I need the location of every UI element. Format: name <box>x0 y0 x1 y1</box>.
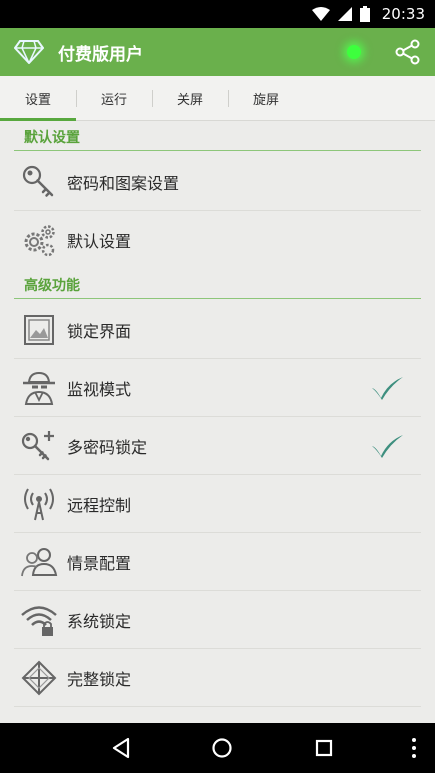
checkmark-icon[interactable] <box>369 373 405 403</box>
key-plus-icon <box>19 426 59 466</box>
share-button[interactable] <box>393 37 423 67</box>
list-item-label: 系统锁定 <box>67 612 132 631</box>
tab-run[interactable]: 运行 <box>76 76 152 121</box>
status-bar: 20:33 <box>0 0 435 28</box>
list-item-label: 默认设置 <box>67 232 132 251</box>
navigation-bar <box>0 723 435 773</box>
cross-diamond-icon <box>19 658 59 698</box>
list-item-label: 多密码锁定 <box>67 438 148 457</box>
back-button[interactable] <box>101 728 141 768</box>
section-header-default: 默认设置 <box>0 121 435 153</box>
diamond-logo-icon <box>12 35 46 69</box>
checkmark-icon[interactable] <box>369 431 405 461</box>
wifi-icon <box>311 7 330 21</box>
list-item-remote-control[interactable]: 远程控制 <box>0 475 435 533</box>
list-item-label: 远程控制 <box>67 496 132 515</box>
app-bar: 付费版用户 <box>0 28 435 76</box>
tab-bar: 设置 运行 关屏 旋屏 <box>0 76 435 121</box>
settings-list: 默认设置 密码和图案设置 默认设置 高级功能 锁定界面 监视模式 多密码锁定 远… <box>0 121 435 723</box>
list-item-monitor-mode[interactable]: 监视模式 <box>0 359 435 417</box>
key-icon <box>19 162 59 202</box>
list-item-multi-password-lock[interactable]: 多密码锁定 <box>0 417 435 475</box>
status-light-icon <box>347 45 361 59</box>
overflow-menu-icon[interactable] <box>411 738 417 758</box>
tab-settings[interactable]: 设置 <box>0 76 76 121</box>
wifi-lock-icon <box>19 600 59 640</box>
list-item-full-lock[interactable]: 完整锁定 <box>0 649 435 707</box>
recents-icon <box>316 739 333 757</box>
gears-icon <box>19 220 59 260</box>
signal-icon <box>337 7 352 21</box>
tab-screen-off[interactable]: 关屏 <box>152 76 228 121</box>
spy-icon <box>19 368 59 408</box>
picture-icon <box>19 310 59 350</box>
list-item-label: 情景配置 <box>67 554 132 573</box>
list-item-label: 锁定界面 <box>67 322 132 341</box>
users-icon <box>19 542 59 582</box>
home-icon <box>212 738 233 758</box>
list-item-label: 监视模式 <box>67 380 132 399</box>
app-title: 付费版用户 <box>58 44 143 65</box>
tab-rotate[interactable]: 旋屏 <box>228 76 304 121</box>
list-item-label: 密码和图案设置 <box>67 174 180 193</box>
share-icon <box>395 39 420 65</box>
home-button[interactable] <box>202 728 242 768</box>
list-item-default-settings[interactable]: 默认设置 <box>0 211 435 269</box>
list-item-label: 完整锁定 <box>67 670 132 689</box>
list-item-system-lock[interactable]: 系统锁定 <box>0 591 435 649</box>
back-icon <box>112 737 129 759</box>
list-item-lock-screen[interactable]: 锁定界面 <box>0 301 435 359</box>
recents-button[interactable] <box>304 728 344 768</box>
list-item-scene-profile[interactable]: 情景配置 <box>0 533 435 591</box>
battery-icon <box>359 6 370 22</box>
section-header-advanced: 高级功能 <box>0 269 435 301</box>
status-time: 20:33 <box>381 5 425 23</box>
antenna-icon <box>19 484 59 524</box>
list-item-password-pattern[interactable]: 密码和图案设置 <box>0 153 435 211</box>
